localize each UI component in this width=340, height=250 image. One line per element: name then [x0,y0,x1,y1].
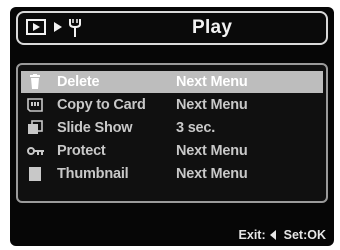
menu-item-value: Next Menu [176,143,248,159]
set-ok-label: Set:OK [283,228,326,242]
menu-header: Play [16,11,328,45]
exit-label: Exit: [238,228,266,242]
menu-item-protect[interactable]: Protect Next Menu [21,140,323,162]
menu-item-slide-show[interactable]: Slide Show 3 sec. [21,117,323,139]
menu-item-copy-to-card[interactable]: Copy to Card Next Menu [21,94,323,116]
left-arrow-icon [269,230,276,240]
memory-card-icon [27,98,43,112]
slideshow-icon [28,120,43,134]
menu-title: Play [192,17,233,38]
menu-item-value: Next Menu [176,166,248,182]
right-arrow-icon [54,22,62,32]
menu-item-value: 3 sec. [176,120,216,136]
menu-item-label: Delete [57,74,100,90]
menu-footer: Exit: Set:OK [239,227,326,242]
menu-item-label: Slide Show [57,120,133,136]
menu-item-thumbnail[interactable]: Thumbnail Next Menu [21,163,323,185]
trash-icon [30,74,40,89]
menu-item-label: Protect [57,143,106,159]
menu-item-label: Thumbnail [57,166,129,182]
playback-mode-icon[interactable] [26,19,46,35]
key-icon [27,147,44,155]
wrench-icon[interactable] [68,18,82,38]
menu-item-label: Copy to Card [57,97,146,113]
camera-menu-screen: Play Delete Next Menu Copy to Card Next … [10,7,334,246]
menu-list: Delete Next Menu Copy to Card Next Menu … [16,63,328,203]
menu-item-value: Next Menu [176,97,248,113]
menu-item-delete[interactable]: Delete Next Menu [21,71,323,93]
thumbnail-icon [29,167,41,181]
menu-item-value: Next Menu [176,74,248,90]
